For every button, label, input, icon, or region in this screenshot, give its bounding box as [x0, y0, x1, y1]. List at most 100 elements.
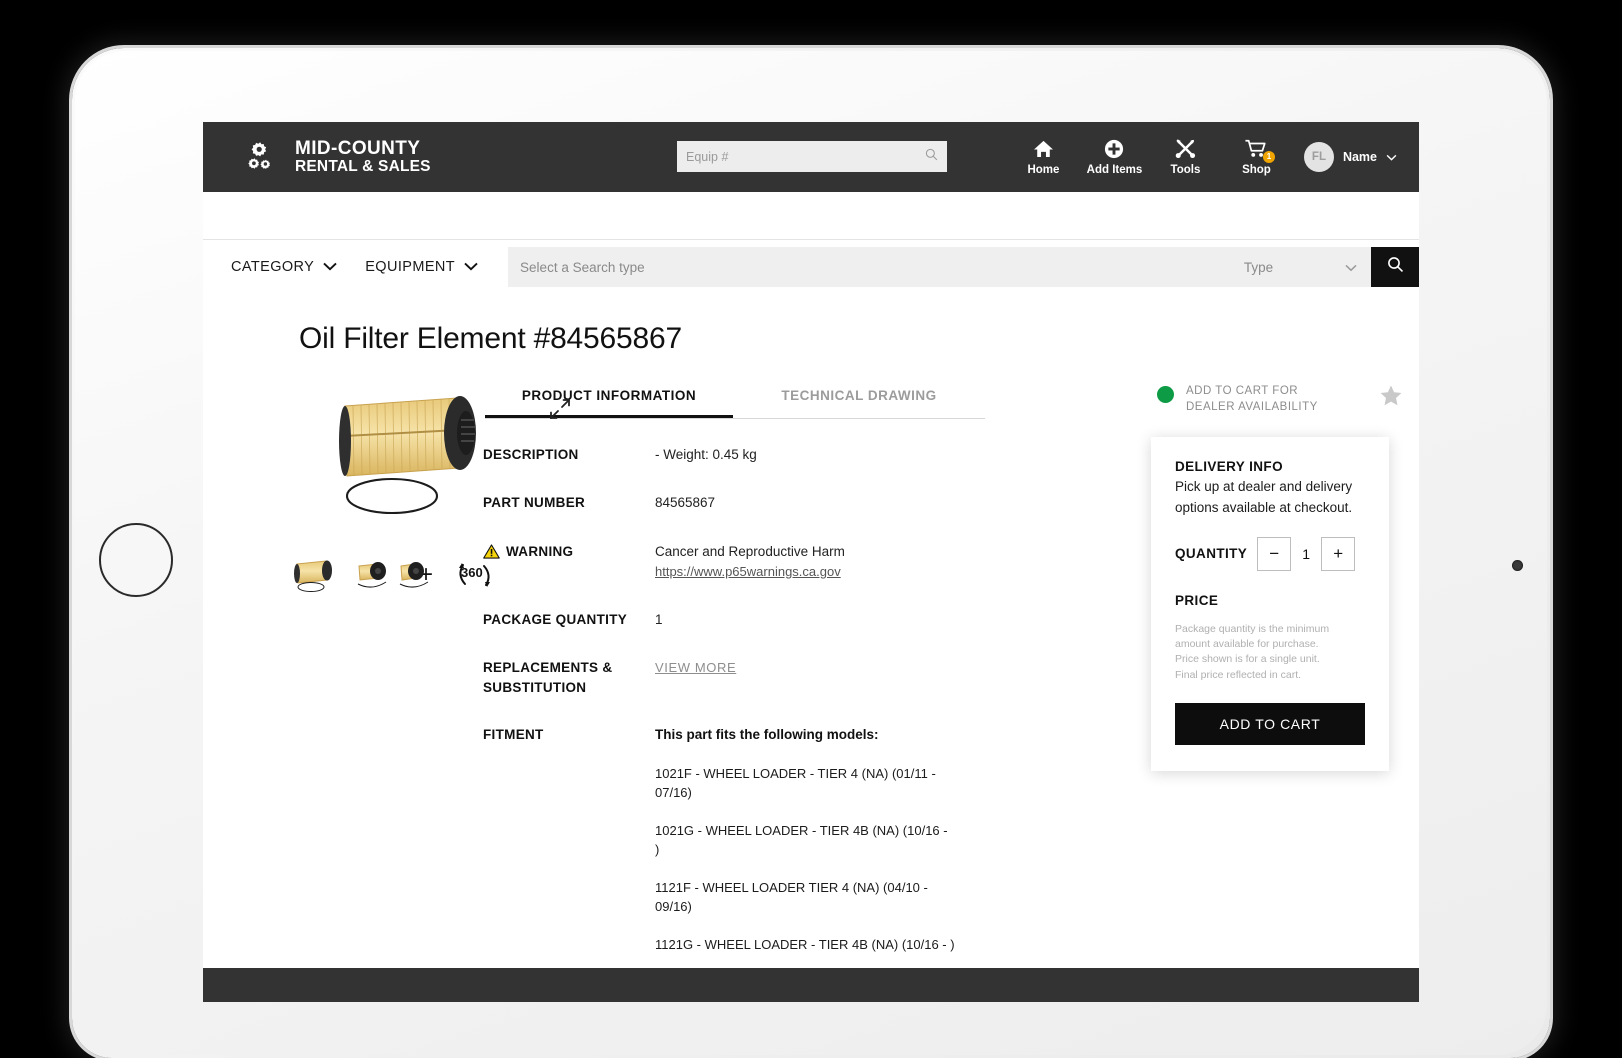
fitment-value-cell: This part fits the following models: 102…: [655, 725, 955, 1002]
tablet-device-frame: MID-COUNTY RENTAL & SALES: [72, 48, 1550, 1058]
fitment-heading: This part fits the following models:: [655, 725, 955, 745]
nav-label-shop: Shop: [1242, 164, 1271, 176]
product-main: + 360 PRODUCT INFORMATION: [203, 356, 1419, 1002]
thumbnail-filter-element[interactable]: [293, 558, 339, 592]
part-number-value: 84565867: [655, 493, 955, 541]
home-icon: [1033, 139, 1054, 159]
warning-label-cell: WARNING: [483, 542, 655, 611]
price-heading: PRICE: [1175, 593, 1365, 608]
spec-row-description: DESCRIPTION - Weight: 0.45 kg: [483, 445, 955, 493]
fitment-item: 1121G - WHEEL LOADER - TIER 4B (NA) (10/…: [655, 935, 955, 955]
brand-line-1: MID-COUNTY: [295, 139, 431, 159]
delivery-heading: DELIVERY INFO: [1175, 459, 1365, 474]
search-submit-button[interactable]: [1371, 247, 1419, 287]
replacements-value-cell: VIEW MORE: [655, 658, 955, 725]
warning-label: WARNING: [506, 542, 573, 562]
nav-item-tools[interactable]: Tools: [1150, 139, 1221, 176]
plus-circle-icon: [1104, 139, 1124, 159]
expand-arrows-icon[interactable]: [549, 398, 571, 425]
fitment-label: FITMENT: [483, 725, 655, 1002]
spec-row-part-number: PART NUMBER 84565867: [483, 493, 955, 541]
availability-status: ADD TO CART FOR DEALER AVAILABILITY: [1151, 378, 1405, 415]
tablet-home-button[interactable]: [99, 523, 173, 597]
search-type-input[interactable]: Select a Search type: [508, 247, 1146, 287]
quantity-stepper: QUANTITY − 1 +: [1175, 537, 1365, 571]
fitment-item: 1121F - WHEEL LOADER TIER 4 (NA) (04/10 …: [655, 878, 955, 917]
nav-gap-strip: [203, 192, 1419, 240]
tab-technical-drawing[interactable]: TECHNICAL DRAWING: [733, 378, 985, 418]
tablet-front-camera: [1512, 560, 1523, 571]
search-icon[interactable]: [925, 148, 938, 166]
search-icon: [1387, 256, 1404, 278]
nav-label-home: Home: [1027, 164, 1059, 176]
delivery-info-card: DELIVERY INFO Pick up at dealer and deli…: [1151, 437, 1389, 771]
spec-row-fitment: FITMENT This part fits the following mod…: [483, 725, 955, 1002]
spec-row-warning: WARNING Cancer and Reproductive Harm htt…: [483, 542, 955, 611]
user-name-label: Name: [1343, 150, 1377, 164]
package-quantity-label: PACKAGE QUANTITY: [483, 610, 655, 658]
product-hero-image[interactable]: [327, 386, 517, 516]
quantity-value: 1: [1301, 546, 1311, 562]
specification-table: DESCRIPTION - Weight: 0.45 kg PART NUMBE…: [483, 445, 955, 1002]
brand-text: MID-COUNTY RENTAL & SALES: [295, 139, 431, 176]
tools-icon: [1175, 139, 1196, 159]
rotate-360-button[interactable]: 360: [453, 559, 495, 591]
equipment-search-input[interactable]: [686, 150, 925, 164]
spec-row-package-quantity: PACKAGE QUANTITY 1: [483, 610, 955, 658]
warning-text: Cancer and Reproductive Harm: [655, 542, 955, 562]
quantity-increment-button[interactable]: +: [1321, 537, 1355, 571]
replacements-view-more-link[interactable]: VIEW MORE: [655, 660, 736, 675]
page-footer-bar: [203, 968, 1419, 1002]
search-filter-bar: CATEGORY EQUIPMENT Select a Search type …: [203, 240, 1419, 294]
tab-product-information[interactable]: PRODUCT INFORMATION: [485, 378, 733, 418]
fitment-item: 1021F - WHEEL LOADER - TIER 4 (NA) (01/1…: [655, 764, 955, 803]
chevron-down-icon: [464, 259, 478, 275]
brand-line-2: RENTAL & SALES: [295, 159, 431, 175]
warning-triangle-icon: [483, 544, 500, 559]
p65-warnings-link[interactable]: https://www.p65warnings.ca.gov: [655, 564, 841, 579]
delivery-subtext: Pick up at dealer and delivery options a…: [1175, 477, 1365, 519]
nav-item-home[interactable]: Home: [1008, 139, 1079, 176]
status-badge: [1157, 386, 1174, 403]
avatar: FL: [1304, 142, 1334, 172]
brand-logo[interactable]: MID-COUNTY RENTAL & SALES: [247, 139, 431, 176]
availability-text: ADD TO CART FOR DEALER AVAILABILITY: [1186, 384, 1346, 415]
rotate-360-label: 360: [461, 565, 483, 580]
replacements-label: REPLACEMENTS & SUBSTITUTION: [483, 658, 655, 725]
chevron-down-icon: [1345, 260, 1357, 275]
type-select-value: Type: [1244, 260, 1273, 275]
spec-row-replacements: REPLACEMENTS & SUBSTITUTION VIEW MORE: [483, 658, 955, 725]
page-title: Oil Filter Element #84565867: [203, 294, 1419, 356]
nav-label-add-items: Add Items: [1087, 164, 1143, 176]
purchase-rail: ADD TO CART FOR DEALER AVAILABILITY DELI…: [1151, 378, 1419, 1002]
quantity-label: QUANTITY: [1175, 546, 1247, 561]
quantity-decrement-button[interactable]: −: [1257, 537, 1291, 571]
gears-icon: [247, 140, 281, 174]
star-icon[interactable]: [1379, 384, 1403, 412]
equipment-label: EQUIPMENT: [365, 259, 455, 275]
type-select[interactable]: Type: [1146, 247, 1371, 287]
top-navigation-bar: MID-COUNTY RENTAL & SALES: [203, 122, 1419, 192]
thumbnail-strip: + 360: [293, 558, 483, 592]
add-to-cart-button[interactable]: ADD TO CART: [1175, 703, 1365, 745]
nav-item-add-items[interactable]: Add Items: [1079, 139, 1150, 176]
package-quantity-value: 1: [655, 610, 955, 658]
category-dropdown[interactable]: CATEGORY: [217, 259, 351, 275]
category-label: CATEGORY: [231, 259, 314, 275]
nav-label-tools: Tools: [1171, 164, 1201, 176]
description-value: - Weight: 0.45 kg: [655, 445, 955, 493]
nav-item-shop[interactable]: 1 Shop: [1221, 139, 1292, 176]
product-details: PRODUCT INFORMATION TECHNICAL DRAWING DE…: [483, 378, 1151, 1002]
warning-value-cell: Cancer and Reproductive Harm https://www…: [655, 542, 955, 611]
browser-screen: MID-COUNTY RENTAL & SALES: [203, 122, 1419, 1002]
equipment-search-box[interactable]: [677, 141, 947, 172]
thumbnail-filter-caps[interactable]: [353, 558, 399, 592]
chevron-down-icon: [323, 259, 337, 275]
equipment-dropdown[interactable]: EQUIPMENT: [351, 259, 492, 275]
user-menu[interactable]: FL Name: [1304, 142, 1397, 172]
cart-badge: 1: [1263, 151, 1275, 163]
price-note: Package quantity is the minimum amount a…: [1175, 622, 1365, 683]
fitment-item: 1021G - WHEEL LOADER - TIER 4B (NA) (10/…: [655, 821, 955, 860]
search-type-placeholder: Select a Search type: [520, 260, 645, 275]
chevron-down-icon: [1386, 148, 1397, 166]
